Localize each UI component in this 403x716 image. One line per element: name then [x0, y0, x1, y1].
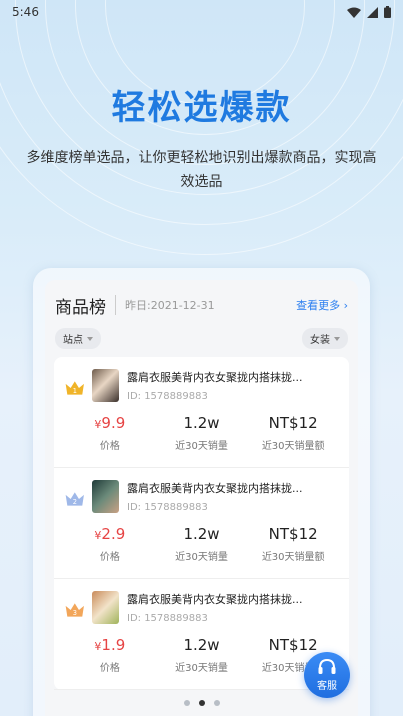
product-sales: 1.2w	[183, 525, 220, 543]
price-label: 价格	[99, 663, 120, 674]
svg-text:3: 3	[73, 609, 77, 617]
product-thumbnail	[91, 591, 119, 624]
list-item[interactable]: 2 露肩衣服美背内衣女聚拢内搭抹拢... ID: 1578889883 ¥2.9…	[54, 468, 349, 579]
chevron-right-icon: ›	[343, 299, 348, 312]
hero-background-rings	[0, 0, 403, 260]
svg-text:1: 1	[73, 387, 77, 395]
product-id: ID: 1578889883	[127, 391, 208, 402]
customer-service-button[interactable]: 客服	[304, 652, 350, 698]
crown-icon: 1	[65, 381, 84, 395]
panel-title: 商品榜	[55, 297, 106, 318]
status-icons	[347, 6, 391, 18]
headset-icon	[318, 658, 336, 674]
product-id: ID: 1578889883	[127, 613, 208, 624]
wifi-icon	[347, 7, 361, 18]
svg-text:2: 2	[73, 498, 77, 506]
price-label: 价格	[99, 441, 120, 452]
product-price: ¥9.9	[94, 414, 126, 432]
product-list: 1 露肩衣服美背内衣女聚拢内搭抹拢... ID: 1578889883 ¥9.9…	[54, 357, 349, 690]
customer-service-label: 客服	[317, 681, 337, 692]
rank-badge-icon: 3	[65, 603, 84, 617]
product-amount: NT$12	[268, 525, 318, 543]
product-id: ID: 1578889883	[127, 502, 208, 513]
site-filter-label: 站点	[63, 335, 83, 346]
category-filter[interactable]: 女装	[302, 328, 348, 349]
page-dot[interactable]	[183, 700, 190, 706]
product-price: ¥1.9	[94, 636, 126, 654]
divider	[115, 295, 116, 315]
ranking-panel: 商品榜 昨日:2021-12-31 查看更多 › 站点 女装 1 露肩衣服美背内…	[45, 280, 358, 716]
amount-label: 近30天销量额	[261, 441, 325, 452]
site-filter[interactable]: 站点	[55, 328, 101, 349]
product-thumbnail	[91, 369, 119, 402]
panel-date: 昨日:2021-12-31	[125, 299, 215, 312]
product-title: 露肩衣服美背内衣女聚拢内搭抹拢...	[127, 593, 303, 606]
view-more-label: 查看更多	[296, 299, 341, 312]
panel-header: 商品榜 昨日:2021-12-31 查看更多 ›	[45, 288, 358, 322]
product-sales: 1.2w	[183, 414, 220, 432]
product-stats: ¥1.9 价格 1.2w 近30天销量 NT$12 近30天销量额	[64, 636, 339, 674]
dropdown-arrow-icon	[334, 336, 340, 341]
page-dot[interactable]	[213, 700, 220, 706]
status-time: 5:46	[12, 5, 39, 19]
status-bar: 5:46	[0, 0, 403, 24]
filter-row: 站点 女装	[45, 322, 358, 349]
amount-label: 近30天销量额	[261, 552, 325, 563]
price-label: 价格	[99, 552, 120, 563]
sales-label: 近30天销量	[175, 663, 228, 674]
hero-title: 轻松选爆款	[111, 88, 292, 128]
hero-subtitle: 多维度榜单选品，让你更轻松地识别出爆款商品，实现高效选品	[26, 150, 377, 190]
phone-mockup: 商品榜 昨日:2021-12-31 查看更多 › 站点 女装 1 露肩衣服美背内…	[33, 268, 370, 716]
sales-label: 近30天销量	[175, 552, 228, 563]
product-amount: NT$12	[268, 414, 318, 432]
dropdown-arrow-icon	[87, 336, 93, 341]
battery-icon	[384, 6, 391, 18]
product-price: ¥2.9	[94, 525, 126, 543]
product-stats: ¥2.9 价格 1.2w 近30天销量 NT$12 近30天销量额	[64, 525, 339, 563]
sales-label: 近30天销量	[175, 441, 228, 452]
page-dot[interactable]	[198, 700, 205, 706]
product-title: 露肩衣服美背内衣女聚拢内搭抹拢...	[127, 482, 303, 495]
product-thumbnail	[91, 480, 119, 513]
product-title: 露肩衣服美背内衣女聚拢内搭抹拢...	[127, 371, 303, 384]
list-item[interactable]: 1 露肩衣服美背内衣女聚拢内搭抹拢... ID: 1578889883 ¥9.9…	[54, 357, 349, 468]
category-filter-label: 女装	[310, 335, 330, 346]
product-stats: ¥9.9 价格 1.2w 近30天销量 NT$12 近30天销量额	[64, 414, 339, 452]
view-more-link[interactable]: 查看更多 ›	[296, 297, 348, 313]
rank-badge-icon: 2	[65, 492, 84, 506]
page-indicator	[0, 700, 403, 706]
signal-icon	[367, 6, 378, 18]
product-sales: 1.2w	[183, 636, 220, 654]
